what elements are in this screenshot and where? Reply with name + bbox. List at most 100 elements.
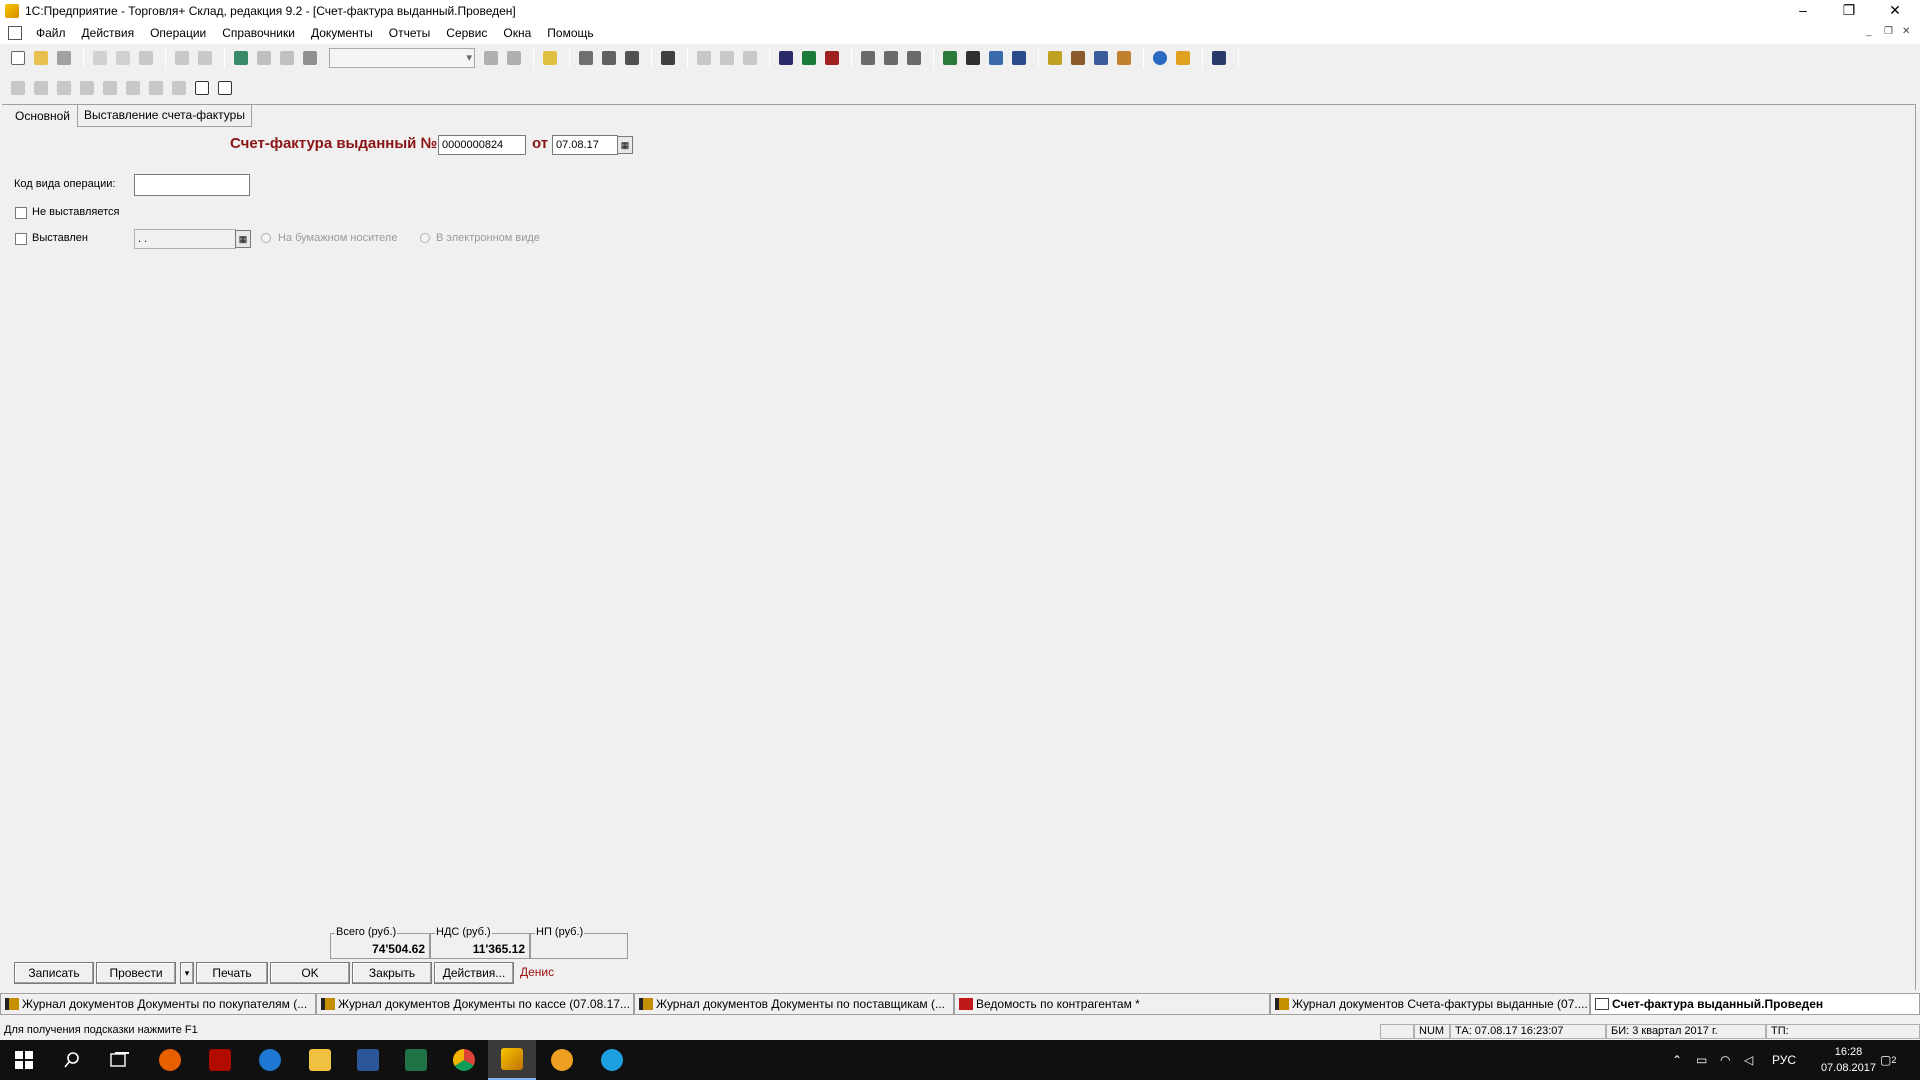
- save-button[interactable]: Записать: [14, 962, 94, 984]
- menu-file[interactable]: Файл: [28, 26, 74, 40]
- journal-icon[interactable]: [658, 48, 678, 68]
- start-button[interactable]: [0, 1040, 48, 1080]
- issued-checkbox[interactable]: [15, 233, 27, 245]
- print-preview-icon[interactable]: [195, 48, 215, 68]
- sort-asc-icon[interactable]: [146, 78, 166, 98]
- sort-desc-icon[interactable]: [169, 78, 189, 98]
- copy-row-icon[interactable]: [77, 78, 97, 98]
- calendar-icon[interactable]: ▦: [235, 230, 251, 248]
- invoice-list-icon[interactable]: [881, 48, 901, 68]
- clock[interactable]: 16:28 07.08.2017: [1821, 1044, 1876, 1076]
- document-icon[interactable]: [8, 26, 22, 40]
- window-tab[interactable]: Журнал документов Счета-фактуры выданные…: [1270, 993, 1590, 1015]
- invoice-date-field[interactable]: 07.08.17: [552, 135, 618, 155]
- contractors-icon[interactable]: [1009, 48, 1029, 68]
- save-icon[interactable]: [54, 48, 74, 68]
- excel-button[interactable]: [392, 1040, 440, 1080]
- add-row-icon[interactable]: [8, 78, 28, 98]
- cut-icon[interactable]: [90, 48, 110, 68]
- delete-row-icon[interactable]: [54, 78, 74, 98]
- memory-minus-icon[interactable]: [740, 48, 760, 68]
- notifications-icon[interactable]: ▢ 2: [1880, 1040, 1896, 1080]
- find-next-icon[interactable]: [481, 48, 501, 68]
- window-tab[interactable]: Журнал документов Документы по кассе (07…: [316, 993, 634, 1015]
- paper-radio[interactable]: [261, 233, 271, 243]
- context-help-icon[interactable]: [215, 78, 235, 98]
- tab-invoice-issue[interactable]: Выставление счета-фактуры: [77, 105, 252, 127]
- mdi-close-button[interactable]: ✕: [1902, 26, 1910, 37]
- task-view-button[interactable]: [96, 1040, 144, 1080]
- print-button[interactable]: Печать: [196, 962, 268, 984]
- operation-code-field[interactable]: [134, 174, 250, 196]
- issued-date-field[interactable]: . .: [134, 229, 236, 249]
- menu-documents[interactable]: Документы: [303, 26, 381, 40]
- messages-icon[interactable]: [622, 48, 642, 68]
- paste-icon[interactable]: [136, 48, 156, 68]
- copy-icon[interactable]: [113, 48, 133, 68]
- invoice-number-field[interactable]: 0000000824: [438, 135, 526, 155]
- firefox-button[interactable]: [146, 1040, 194, 1080]
- window-tab[interactable]: Журнал документов Документы по поставщик…: [634, 993, 954, 1015]
- calendar-icon[interactable]: [599, 48, 619, 68]
- calculator-icon[interactable]: [576, 48, 596, 68]
- edge-button[interactable]: [246, 1040, 294, 1080]
- mail-icon[interactable]: [1173, 48, 1193, 68]
- post-dropdown-button[interactable]: ▾: [180, 962, 194, 984]
- close-button[interactable]: ✕: [1872, 0, 1918, 22]
- bank-icon[interactable]: [986, 48, 1006, 68]
- restore-button[interactable]: ❐: [1826, 0, 1872, 22]
- tray-chevron-icon[interactable]: ⌃: [1672, 1040, 1682, 1080]
- mdi-minimize-button[interactable]: _: [1866, 26, 1872, 37]
- edit-row-icon[interactable]: [31, 78, 51, 98]
- actions-button[interactable]: Действия...: [434, 962, 514, 984]
- mdi-restore-button[interactable]: ❐: [1884, 26, 1893, 37]
- goods-icon[interactable]: [1045, 48, 1065, 68]
- minimize-button[interactable]: –: [1780, 0, 1826, 22]
- word-button[interactable]: [344, 1040, 392, 1080]
- new-icon[interactable]: [8, 48, 28, 68]
- post-button[interactable]: Провести: [96, 962, 176, 984]
- battery-icon[interactable]: ▭: [1696, 1040, 1707, 1080]
- globe-icon[interactable]: [1150, 48, 1170, 68]
- stock-icon[interactable]: [1068, 48, 1088, 68]
- menu-operations[interactable]: Операции: [142, 26, 214, 40]
- acrobat-button[interactable]: [196, 1040, 244, 1080]
- volume-icon[interactable]: ◁: [1744, 1040, 1753, 1080]
- reports-icon[interactable]: [1091, 48, 1111, 68]
- not-issued-checkbox[interactable]: [15, 207, 27, 219]
- menu-windows[interactable]: Окна: [495, 26, 539, 40]
- 1c-enterprise-button[interactable]: [488, 1040, 536, 1080]
- window-tab[interactable]: Ведомость по контрагентам *: [954, 993, 1270, 1015]
- memory-plus-icon[interactable]: [717, 48, 737, 68]
- documents-journal-icon[interactable]: [776, 48, 796, 68]
- electronic-radio[interactable]: [420, 233, 430, 243]
- window-tab-active[interactable]: Счет-фактура выданный.Проведен: [1590, 993, 1920, 1015]
- cash-icon[interactable]: [963, 48, 983, 68]
- ie-button[interactable]: [588, 1040, 636, 1080]
- price-list-icon[interactable]: [904, 48, 924, 68]
- memory-m-icon[interactable]: [694, 48, 714, 68]
- menu-reports[interactable]: Отчеты: [381, 26, 438, 40]
- network-icon[interactable]: ◠: [1720, 1040, 1730, 1080]
- warehouse-icon[interactable]: [940, 48, 960, 68]
- menu-actions[interactable]: Действия: [74, 26, 143, 40]
- help-icon[interactable]: [192, 78, 212, 98]
- print-icon[interactable]: [172, 48, 192, 68]
- search-button[interactable]: [48, 1040, 96, 1080]
- find-icon[interactable]: [300, 48, 320, 68]
- window-tab[interactable]: Журнал документов Документы по покупател…: [0, 993, 316, 1015]
- open-icon[interactable]: [31, 48, 51, 68]
- search-combo[interactable]: [329, 48, 475, 68]
- close-form-button[interactable]: Закрыть: [352, 962, 432, 984]
- 1c-button[interactable]: [538, 1040, 586, 1080]
- settings-icon[interactable]: [1209, 48, 1229, 68]
- invoice-icon[interactable]: [858, 48, 878, 68]
- chart-icon[interactable]: [1114, 48, 1134, 68]
- hint-icon[interactable]: [540, 48, 560, 68]
- redo-icon[interactable]: [277, 48, 297, 68]
- menu-service[interactable]: Сервис: [438, 26, 495, 40]
- calendar-icon[interactable]: ▦: [617, 136, 633, 154]
- help-book-icon[interactable]: [231, 48, 251, 68]
- chrome-button[interactable]: [440, 1040, 488, 1080]
- menu-references[interactable]: Справочники: [214, 26, 303, 40]
